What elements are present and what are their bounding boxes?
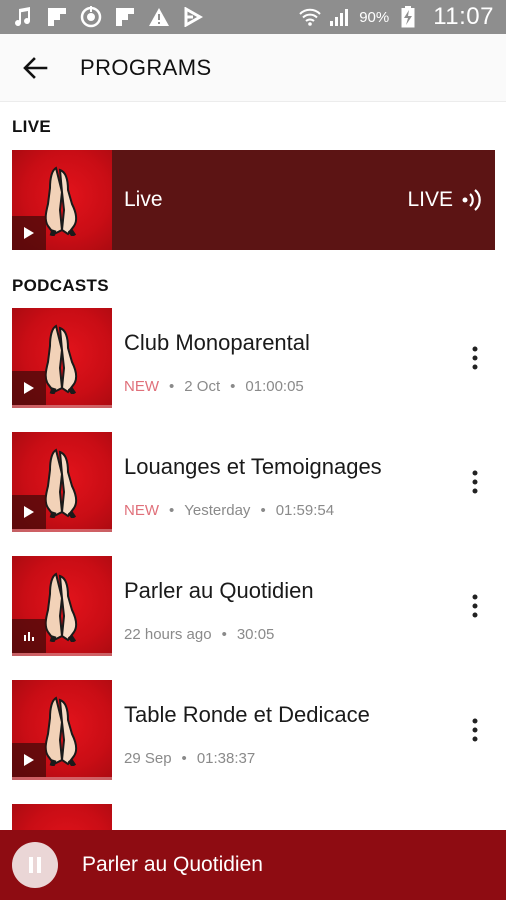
- music-icon: [12, 6, 34, 28]
- feedly-icon: [182, 6, 204, 28]
- play-icon[interactable]: [12, 371, 46, 405]
- podcast-meta: 22 hours ago • 30:05: [124, 626, 455, 643]
- player-artwork: [0, 830, 70, 900]
- podcast-duration: 01:38:37: [196, 750, 256, 767]
- play-icon[interactable]: [12, 495, 46, 529]
- player-title: Parler au Quotidien: [82, 853, 263, 876]
- podcast-date: 2 Oct: [184, 378, 221, 395]
- meta-separator: •: [181, 750, 187, 767]
- podcast-meta: NEW • 2 Oct • 01:00:05: [124, 378, 455, 395]
- broadcast-icon: [462, 189, 481, 211]
- equalizer-icon[interactable]: [12, 619, 46, 653]
- podcast-date: 22 hours ago: [124, 626, 212, 643]
- podcast-meta: 29 Sep • 01:38:37: [124, 750, 455, 767]
- podcast-info: Parler au Quotidien 22 hours ago • 30:05: [124, 556, 455, 643]
- podcast-date: 29 Sep: [124, 750, 172, 767]
- podcast-duration: 30:05: [236, 626, 275, 643]
- progress-track: [12, 777, 112, 780]
- podcast-item[interactable]: Table Ronde et Dedicace 29 Sep • 01:38:3…: [12, 680, 495, 780]
- meta-separator: •: [260, 502, 266, 519]
- podcast-title: Table Ronde et Dedicace: [124, 702, 370, 727]
- section-header-live: LIVE: [12, 117, 51, 136]
- podcast-info: Table Ronde et Dedicace 29 Sep • 01:38:3…: [124, 680, 455, 767]
- more-vert-icon: [472, 718, 478, 742]
- meta-separator: •: [230, 378, 236, 395]
- back-button[interactable]: [0, 34, 70, 102]
- podcast-thumbnail: [12, 680, 112, 780]
- podcast-meta: NEW • Yesterday • 01:59:54: [124, 502, 455, 519]
- app-bar: PROGRAMS: [0, 34, 506, 102]
- flipboard-icon: [46, 6, 68, 28]
- live-badge: LIVE: [407, 188, 483, 212]
- progress-track: [12, 529, 112, 532]
- wifi-icon: [299, 6, 321, 28]
- warning-icon: [148, 6, 170, 28]
- new-label: NEW: [124, 378, 159, 395]
- podcast-title: Club Monoparental: [124, 330, 310, 355]
- live-card[interactable]: Live LIVE: [12, 150, 495, 250]
- battery-charging-icon: [397, 6, 419, 28]
- progress-track: [12, 405, 112, 408]
- play-icon[interactable]: [12, 743, 46, 777]
- podcast-thumbnail: [12, 556, 112, 656]
- flipboard-icon: [114, 6, 136, 28]
- podcast-info: Louanges et Temoignages NEW • Yesterday …: [124, 432, 455, 519]
- more-options-button[interactable]: [455, 556, 495, 656]
- podcast-item[interactable]: Louanges et Temoignages NEW • Yesterday …: [12, 432, 495, 532]
- podcast-duration: 01:00:05: [245, 378, 304, 395]
- status-bar: 90% 11:07: [0, 0, 506, 34]
- live-title: Live: [124, 188, 163, 211]
- pause-icon: [29, 857, 41, 873]
- meta-separator: •: [221, 626, 227, 643]
- podcast-duration: 01:59:54: [275, 502, 335, 519]
- pause-button[interactable]: [12, 842, 58, 888]
- podcast-date: Yesterday: [184, 502, 251, 519]
- more-options-button[interactable]: [455, 680, 495, 780]
- mini-player[interactable]: Parler au Quotidien: [0, 830, 506, 900]
- more-vert-icon: [472, 346, 478, 370]
- meta-separator: •: [169, 502, 175, 519]
- podcast-title: Parler au Quotidien: [124, 578, 314, 603]
- podcast-thumbnail: [12, 432, 112, 532]
- battery-percent: 90%: [359, 8, 390, 26]
- live-thumbnail: [12, 150, 112, 250]
- more-vert-icon: [472, 470, 478, 494]
- new-label: NEW: [124, 502, 159, 519]
- live-badge-label: LIVE: [407, 188, 453, 211]
- podcast-title: Louanges et Temoignages: [124, 454, 382, 479]
- more-options-button[interactable]: [455, 308, 495, 408]
- podcast-info: Club Monoparental NEW • 2 Oct • 01:00:05: [124, 308, 455, 395]
- progress-track: [12, 653, 112, 656]
- more-options-button[interactable]: [455, 432, 495, 532]
- podcast-item[interactable]: Parler au Quotidien 22 hours ago • 30:05: [12, 556, 495, 656]
- play-icon[interactable]: [12, 216, 46, 250]
- clock: 11:07: [433, 3, 494, 30]
- sync-icon: [80, 6, 102, 28]
- page-title: PROGRAMS: [80, 54, 212, 80]
- section-header-podcasts: PODCASTS: [12, 276, 109, 295]
- podcast-thumbnail: [12, 308, 112, 408]
- more-vert-icon: [472, 594, 478, 618]
- signal-icon: [329, 6, 351, 28]
- podcast-item[interactable]: Club Monoparental NEW • 2 Oct • 01:00:05: [12, 308, 495, 408]
- meta-separator: •: [169, 378, 175, 395]
- arrow-back-icon: [23, 56, 48, 79]
